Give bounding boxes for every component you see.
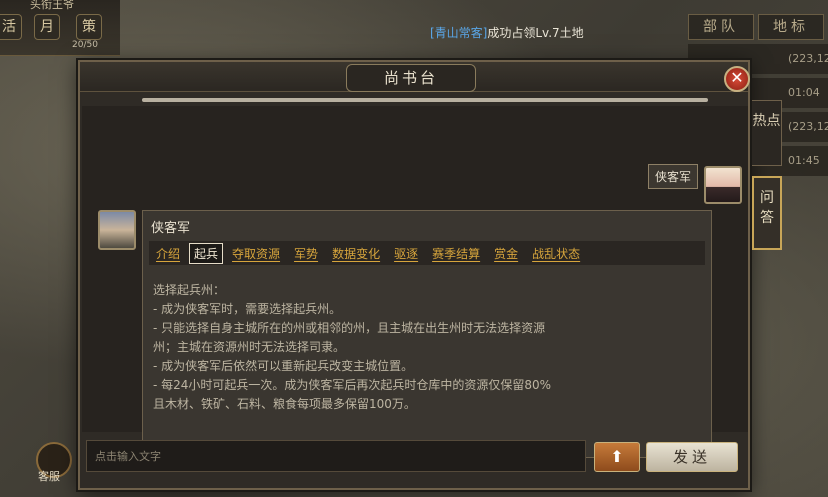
tab-uprising[interactable]: 起兵 (189, 242, 224, 264)
user-avatar (704, 166, 742, 204)
hud-title: 头衔王爷 (30, 0, 74, 11)
notice-text: 成功占领Lv.7土地 (487, 26, 584, 40)
tab-data-changes[interactable]: 数据变化 (327, 243, 385, 264)
answer-content: 选择起兵州： - 成为侠客军时，需要选择起兵州。 - 只能选择自身主城所在的州或… (153, 281, 693, 414)
tab-season-settlement[interactable]: 赛季结算 (427, 243, 485, 264)
topic-tabs: 介绍 起兵 夺取资源 军势 数据变化 驱逐 赛季结算 赏金 战乱状态 (149, 241, 705, 265)
content-line: - 每24小时可起兵一次。成为侠客军后再次起兵时仓库中的资源仅保留80% (153, 378, 552, 392)
dialog-title: 尚书台 (346, 64, 476, 92)
side-tab-qa[interactable]: 问答 (752, 176, 782, 250)
user-name-tag: 侠客军 (648, 164, 699, 189)
content-line: 且木材、铁矿、石料、粮食每项最多保留100万。 (153, 397, 416, 411)
tab-war-state[interactable]: 战乱状态 (527, 243, 585, 264)
chat-input[interactable] (86, 440, 586, 472)
tab-seize-resources[interactable]: 夺取资源 (227, 243, 285, 264)
tab-landmarks[interactable]: 地标 (758, 14, 824, 40)
customer-service-label: 客服 (38, 470, 60, 483)
hud-button-1[interactable]: 活 (0, 14, 22, 40)
side-tab-hot[interactable]: 热点 (752, 100, 782, 166)
notice-message: [青山常客]成功占领Lv.7土地 (430, 24, 584, 41)
hud-count: 20/50 (72, 40, 98, 50)
arrow-up-icon[interactable]: ⬆ (594, 442, 640, 472)
send-button[interactable]: 发送 (646, 442, 738, 472)
content-line: - 成为侠客军时，需要选择起兵州。 (153, 302, 342, 316)
bot-avatar (98, 210, 136, 250)
bot-message-bubble: 侠客军 介绍 起兵 夺取资源 军势 数据变化 驱逐 赛季结算 赏金 战乱状态 选… (142, 210, 712, 458)
top-left-hud: 头衔王爷 活 月 策 20/50 (0, 0, 120, 56)
shangshutai-dialog: 尚书台 ✕ 侠客军 侠客军 介绍 起兵 夺取资源 军势 数据变化 驱逐 赛季结算… (78, 60, 750, 490)
tab-bounty[interactable]: 赏金 (489, 243, 523, 264)
divider (142, 98, 708, 102)
tab-expel[interactable]: 驱逐 (389, 243, 423, 264)
bot-name: 侠客军 (151, 221, 191, 236)
content-line: 州；主城在资源州时无法选择司隶。 (153, 340, 346, 354)
close-icon[interactable]: ✕ (724, 66, 750, 92)
chat-area[interactable]: 侠客军 侠客军 介绍 起兵 夺取资源 军势 数据变化 驱逐 赛季结算 赏金 战乱… (82, 106, 748, 458)
hud-button-2[interactable]: 月 (34, 14, 60, 40)
content-line: 选择起兵州： (153, 283, 226, 297)
content-line: - 只能选择自身主城所在的州或相邻的州，且主城在出生州时无法选择资源 (153, 321, 546, 335)
tab-intro[interactable]: 介绍 (151, 243, 185, 264)
tab-military-power[interactable]: 军势 (289, 243, 323, 264)
notice-player[interactable]: [青山常客] (430, 26, 487, 40)
tab-troops[interactable]: 部队 (688, 14, 754, 40)
hud-button-3[interactable]: 策 (76, 14, 102, 40)
content-line: - 成为侠客军后依然可以重新起兵改变主城位置。 (153, 359, 414, 373)
